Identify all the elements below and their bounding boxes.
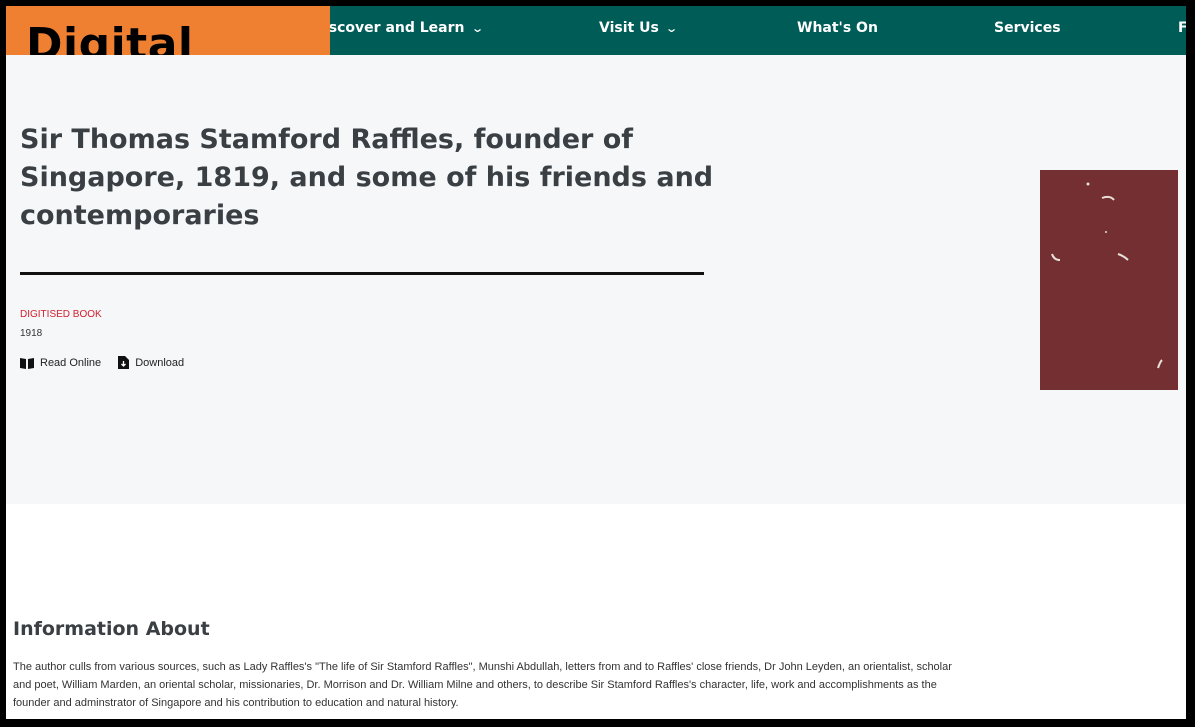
nav-label: What's On xyxy=(797,20,878,36)
nav-label: Visit Us xyxy=(599,20,659,36)
nav-label: iscover and Learn xyxy=(324,20,465,36)
book-type-label: DIGITISED BOOK xyxy=(20,309,102,320)
information-heading: Information About xyxy=(13,618,210,640)
nav-whats-on[interactable]: What's On xyxy=(797,6,878,55)
page-frame: iscover and Learn ⌄ Visit Us ⌄ What's On S… xyxy=(6,6,1186,719)
book-cover-image[interactable] xyxy=(1040,170,1178,390)
chevron-down-icon: ⌄ xyxy=(664,22,678,35)
book-title: Sir Thomas Stamford Raffles, founder of … xyxy=(20,124,714,231)
information-text: The author culls from various sources, s… xyxy=(13,661,952,709)
chevron-down-icon: ⌄ xyxy=(470,22,484,35)
nav-visit-us[interactable]: Visit Us ⌄ xyxy=(599,6,678,55)
nav-discover-and-learn[interactable]: iscover and Learn ⌄ xyxy=(324,6,484,55)
read-online-button[interactable]: Read Online xyxy=(20,357,101,369)
title-divider xyxy=(20,272,704,275)
file-download-icon xyxy=(118,356,130,369)
book-year: 1918 xyxy=(20,328,43,339)
download-label: Download xyxy=(135,356,185,369)
book-actions: Read Online Download xyxy=(20,356,198,372)
nav-label: F xyxy=(1178,20,1186,36)
nav-item-cutoff[interactable]: F xyxy=(1178,6,1186,55)
nav-label: Services xyxy=(994,20,1061,36)
cover-texture xyxy=(1040,170,1178,390)
download-button[interactable]: Download xyxy=(118,356,184,369)
nav-services[interactable]: Services xyxy=(994,6,1061,55)
book-open-icon xyxy=(20,358,34,369)
read-online-label: Read Online xyxy=(40,357,102,369)
